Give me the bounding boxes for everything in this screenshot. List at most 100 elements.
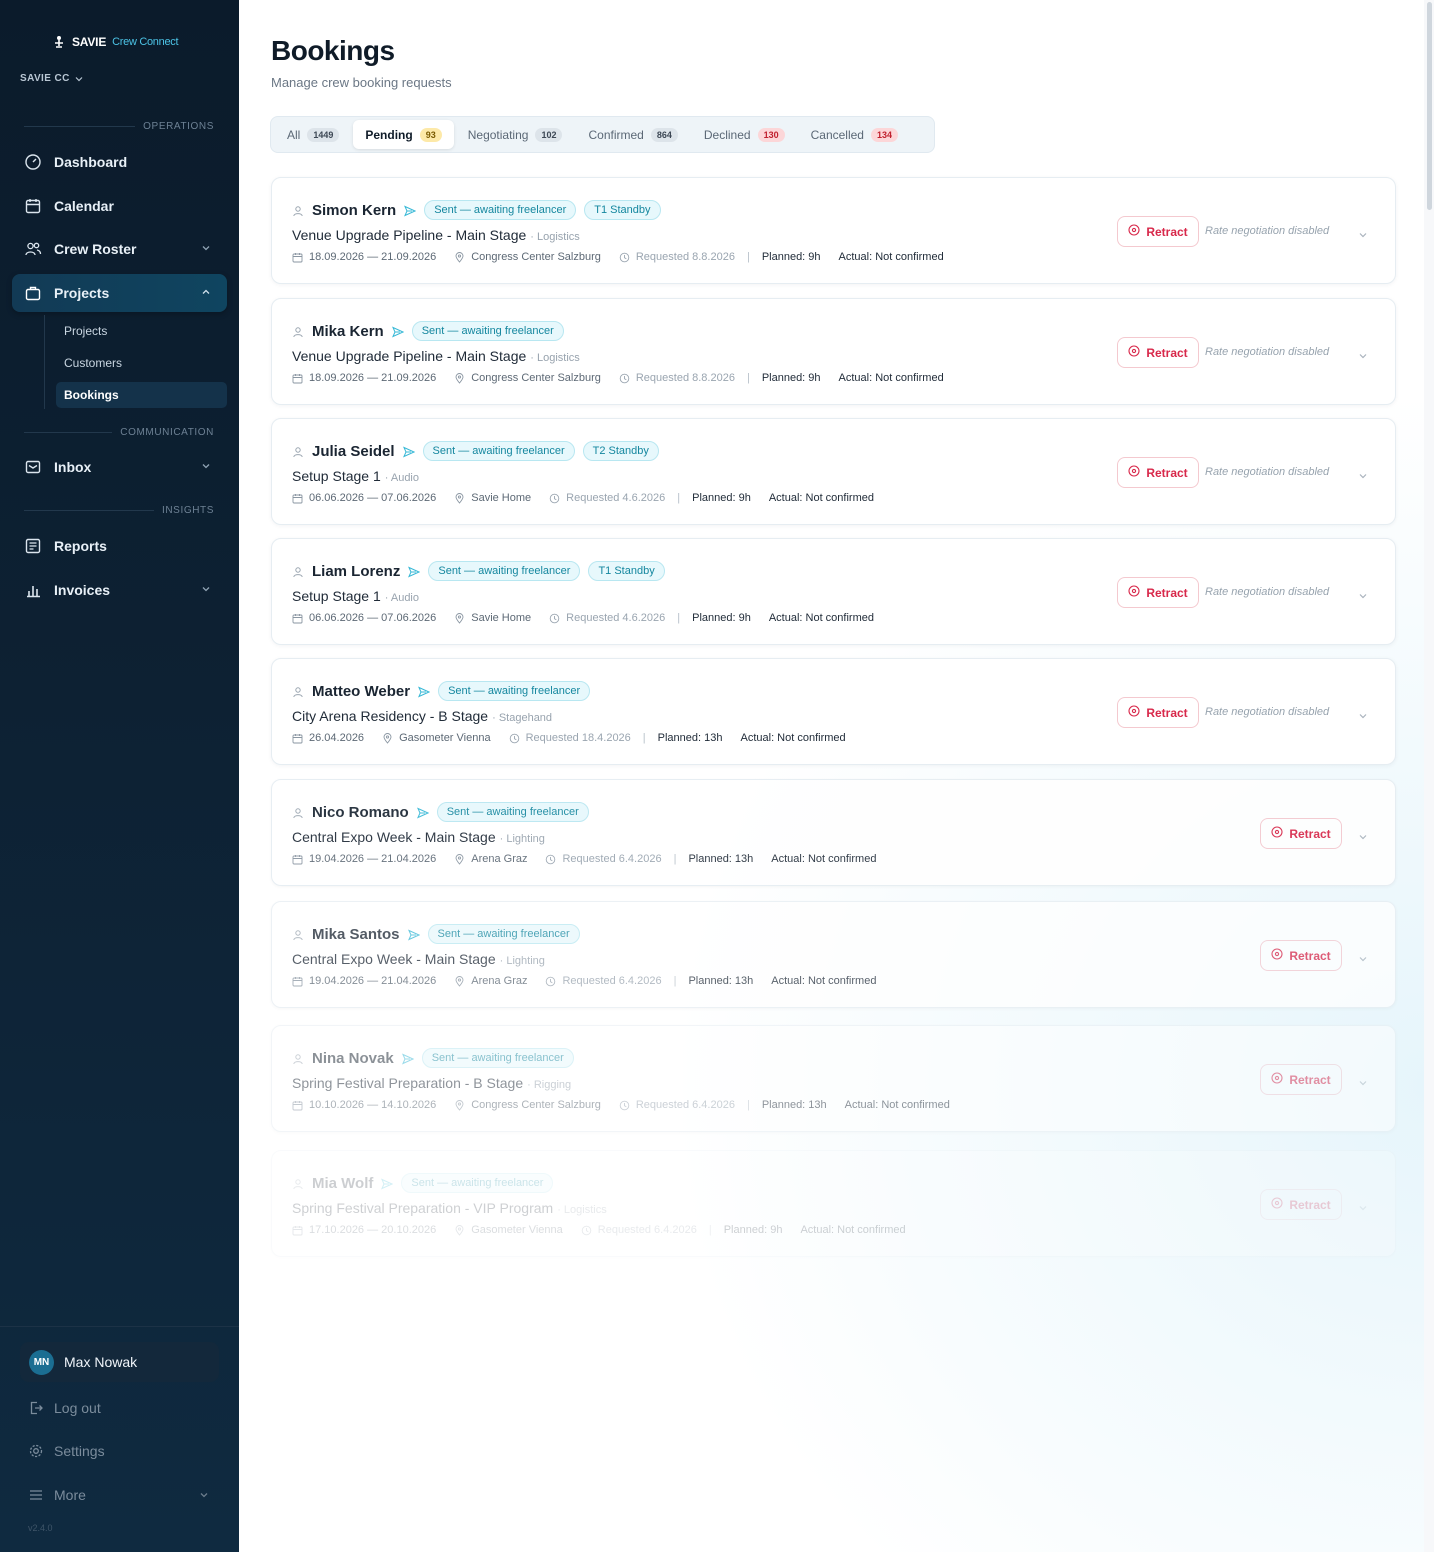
subnav-item-bookings[interactable]: Bookings: [56, 382, 227, 408]
booking-card[interactable]: Mika Kern Sent — awaiting freelancer Venue…: [271, 298, 1396, 405]
person-icon: [292, 445, 304, 458]
project-name[interactable]: Setup Stage 1: [292, 468, 381, 484]
booking-meta: 10.10.2026 — 14.10.2026 Congress Center S…: [292, 1099, 950, 1111]
booking-card[interactable]: Mika Santos Sent — awaiting freelancer Cen…: [271, 901, 1396, 1008]
retract-button[interactable]: Retract: [1260, 1064, 1342, 1095]
retract-button[interactable]: Retract: [1117, 697, 1199, 728]
scrollbar-thumb[interactable]: [1427, 2, 1432, 210]
chevron-down-icon[interactable]: [1358, 708, 1368, 719]
send-icon: [402, 445, 415, 458]
clock-icon: [619, 252, 630, 263]
person-icon: [292, 928, 304, 941]
chevron-down-icon[interactable]: [1358, 588, 1368, 599]
sidebar-item-dashboard[interactable]: Dashboard: [12, 143, 227, 181]
freelancer-name[interactable]: Mika Santos: [312, 926, 400, 943]
location-pin-icon: [454, 372, 465, 384]
sidebar-item-inbox[interactable]: Inbox: [12, 448, 227, 486]
booking-card[interactable]: Julia Seidel Sent — awaiting freelancer T2…: [271, 418, 1396, 525]
chevron-down-icon[interactable]: [1358, 1200, 1368, 1211]
freelancer-name[interactable]: Liam Lorenz: [312, 563, 400, 580]
booking-card[interactable]: Liam Lorenz Sent — awaiting freelancer T1 …: [271, 538, 1396, 645]
brand-logo[interactable]: SAVIE Crew Connect: [52, 33, 179, 51]
chevron-down-icon[interactable]: [1358, 951, 1368, 962]
sidebar-item-calendar[interactable]: Calendar: [12, 187, 227, 225]
retract-button[interactable]: Retract: [1117, 337, 1199, 368]
chevron-down-icon[interactable]: [1358, 227, 1368, 238]
freelancer-name[interactable]: Julia Seidel: [312, 443, 395, 460]
chevron-down-icon[interactable]: [1358, 468, 1368, 479]
chevron-down-icon[interactable]: [1358, 348, 1368, 359]
clock-icon: [619, 1100, 630, 1111]
project-name[interactable]: Venue Upgrade Pipeline - Main Stage: [292, 348, 526, 364]
calendar-icon: [24, 197, 42, 215]
meta-separator: |: [677, 612, 681, 624]
project-name[interactable]: Spring Festival Preparation - B Stage: [292, 1075, 523, 1091]
project-name[interactable]: Setup Stage 1: [292, 588, 381, 604]
booking-card[interactable]: Nina Novak Sent — awaiting freelancer Spri…: [271, 1025, 1396, 1132]
tab-declined[interactable]: Declined 130: [692, 120, 797, 149]
actual-hours: Actual: Not confirmed: [740, 732, 846, 744]
actual-hours: Actual: Not confirmed: [800, 1224, 906, 1236]
retract-button[interactable]: Retract: [1117, 216, 1199, 247]
project-name[interactable]: City Arena Residency - B Stage: [292, 708, 488, 724]
booking-card[interactable]: Matteo Weber Sent — awaiting freelancer Ci…: [271, 658, 1396, 765]
planned-hours: Planned: 13h: [657, 732, 723, 744]
tab-count-badge: 864: [650, 127, 678, 142]
tab-label: Confirmed: [588, 127, 644, 142]
tab-all[interactable]: All 1449: [275, 120, 351, 149]
more-button[interactable]: More: [28, 1485, 218, 1505]
user-menu[interactable]: MN Max Nowak: [20, 1342, 219, 1382]
tab-pending[interactable]: Pending 93: [353, 120, 454, 149]
sidebar-item-invoices[interactable]: Invoices: [12, 571, 227, 609]
project-name[interactable]: Spring Festival Preparation - VIP Progra…: [292, 1200, 553, 1216]
retract-button[interactable]: Retract: [1260, 1189, 1342, 1220]
project-name[interactable]: Central Expo Week - Main Stage: [292, 951, 496, 967]
section-insights: INSIGHTS: [24, 504, 214, 516]
logout-button[interactable]: Log out: [28, 1398, 101, 1418]
chevron-down-icon[interactable]: [1358, 829, 1368, 840]
project-name[interactable]: Venue Upgrade Pipeline - Main Stage: [292, 227, 526, 243]
chevron-down-icon[interactable]: [1358, 1075, 1368, 1086]
sidebar-item-crew-roster[interactable]: Crew Roster: [12, 230, 227, 268]
freelancer-name[interactable]: Matteo Weber: [312, 683, 410, 700]
subnav-item-projects[interactable]: Projects: [56, 318, 227, 344]
booking-header: Mia Wolf Sent — awaiting freelancer: [292, 1173, 554, 1193]
tab-confirmed[interactable]: Confirmed 864: [576, 120, 689, 149]
tab-cancelled[interactable]: Cancelled 134: [799, 120, 910, 149]
calendar-icon: [292, 493, 303, 504]
retract-button[interactable]: Retract: [1117, 457, 1199, 488]
subnav-item-customers[interactable]: Customers: [56, 350, 227, 376]
tab-negotiating[interactable]: Negotiating 102: [456, 120, 575, 149]
retract-icon: [1271, 1197, 1283, 1212]
booking-project-line: Venue Upgrade Pipeline - Main Stage · Log…: [292, 348, 580, 364]
booking-card[interactable]: Simon Kern Sent — awaiting freelancer T1 S…: [271, 177, 1396, 284]
sidebar-item-label: Crew Roster: [54, 241, 137, 257]
retract-icon: [1128, 585, 1140, 600]
freelancer-name[interactable]: Nina Novak: [312, 1050, 394, 1067]
brand-product: Crew Connect: [112, 36, 179, 48]
retract-button[interactable]: Retract: [1117, 577, 1199, 608]
sidebar-item-reports[interactable]: Reports: [12, 527, 227, 565]
actual-hours: Actual: Not confirmed: [768, 612, 874, 624]
avatar: MN: [29, 1349, 54, 1375]
retract-button[interactable]: Retract: [1260, 818, 1342, 849]
booking-card[interactable]: Mia Wolf Sent — awaiting freelancer Spring…: [271, 1150, 1396, 1257]
freelancer-name[interactable]: Nico Romano: [312, 804, 409, 821]
booking-card[interactable]: Nico Romano Sent — awaiting freelancer Cen…: [271, 779, 1396, 886]
sidebar-item-projects[interactable]: Projects: [12, 274, 227, 312]
settings-button[interactable]: Settings: [28, 1441, 105, 1461]
org-switcher[interactable]: SAVIE CC: [20, 73, 83, 84]
freelancer-name[interactable]: Mika Kern: [312, 323, 384, 340]
project-name[interactable]: Central Expo Week - Main Stage: [292, 829, 496, 845]
retract-button[interactable]: Retract: [1260, 940, 1342, 971]
chevron-down-icon: [202, 587, 210, 592]
clock-icon: [619, 373, 630, 384]
planned-hours: Planned: 9h: [761, 251, 821, 263]
freelancer-name[interactable]: Simon Kern: [312, 202, 396, 219]
department-label: · Lighting: [499, 833, 545, 845]
rate-negotiation-note: Rate negotiation disabled: [1205, 225, 1330, 237]
status-badge: Sent — awaiting freelancer: [421, 1048, 574, 1068]
freelancer-name[interactable]: Mia Wolf: [312, 1175, 373, 1192]
scrollbar[interactable]: [1424, 0, 1434, 1552]
booking-meta: 18.09.2026 — 21.09.2026 Congress Center S…: [292, 251, 944, 263]
